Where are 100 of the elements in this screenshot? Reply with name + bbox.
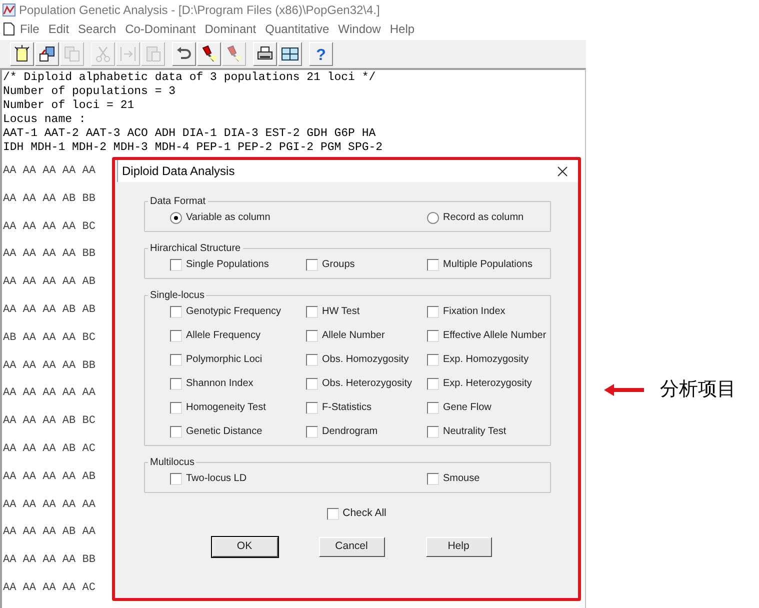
file-copy-icon [63,45,81,63]
flashlight-button[interactable] [197,42,221,66]
menu-item[interactable]: File [16,20,44,38]
option-label: Shannon Index [186,377,254,391]
checkbox[interactable] [326,508,339,520]
annotation-label: 分析项目 [660,378,736,402]
checkbox[interactable] [427,306,439,318]
radio-button[interactable] [427,212,439,224]
checkbox[interactable] [170,354,182,366]
printer-button[interactable] [253,42,277,66]
checkbox[interactable] [427,330,439,342]
menu-item[interactable]: Edit [44,20,74,38]
checkbox[interactable] [170,472,182,484]
dialog-button[interactable]: Help [426,536,492,557]
code-line: Number of populations = 3 [3,85,176,99]
code-line: AA AA AA AB AC [3,442,96,457]
option-label: Check All [342,506,386,521]
code-line: Locus name : [3,113,86,127]
checkbox[interactable] [427,426,439,438]
checkbox[interactable] [170,330,182,342]
group-title: Hirarchical Structure [149,242,242,256]
code-line: AA AA AA AA AB [3,275,96,290]
checkbox[interactable] [427,258,439,270]
code-line: IDH MDH-1 MDH-2 MDH-3 MDH-4 PEP-1 PEP-2 PGI-2 PGM SPG-2 [3,141,383,155]
checkbox[interactable] [306,258,318,270]
option-label: Multiple Populations [443,258,532,272]
arrows-icon [119,45,137,63]
table-button[interactable] [278,42,302,66]
menu-item[interactable]: Help [386,20,419,38]
checkbox[interactable] [170,402,182,414]
option-label: Variable as column [186,211,270,225]
checkbox[interactable] [306,378,318,390]
code-line: AA AA AA AA BB [3,247,96,262]
code-line: AA AA AA AA BC [3,220,96,235]
open-file-icon [38,45,56,63]
checkbox[interactable] [306,306,318,318]
menu-item[interactable]: Co-Dominant [121,20,200,38]
option-label: Exp. Homozygosity [443,353,529,367]
code-line: AA AA AA AA BB [3,358,96,374]
option-label: Gene Flow [443,401,492,415]
radio-button[interactable] [170,212,182,224]
code-line: AB AA AA AA BC [3,330,96,346]
new-file-button[interactable] [10,42,34,66]
group-title: Multilocus [149,456,196,470]
dialog-title: Diploid Data Analysis [122,163,235,180]
option-label: Allele Frequency [186,329,260,343]
checkbox[interactable] [306,330,318,342]
close-icon[interactable] [557,166,568,176]
checkbox[interactable] [170,258,182,270]
option-label: Neutrality Test [443,425,506,439]
checkbox[interactable] [170,426,182,438]
code-line: AA AA AA AA AA [3,386,96,402]
dialog-button[interactable]: Cancel [318,536,384,557]
option-label: Obs. Homozygosity [322,353,409,367]
checkbox[interactable] [427,354,439,366]
new-file-icon [13,45,31,63]
open-file-button[interactable] [35,42,59,66]
checkbox[interactable] [427,378,439,390]
checkbox[interactable] [427,472,439,484]
option-label: Dendrogram [322,425,378,439]
option-label: Exp. Heterozygosity [443,377,532,391]
option-label: Allele Number [322,329,385,343]
group-title: Single-locus [149,289,206,303]
table-icon [281,45,299,63]
menu-item[interactable]: Dominant [200,20,260,38]
undo-button[interactable] [172,42,196,66]
code-line: Number of loci = 21 [3,99,134,113]
checkbox[interactable] [306,402,318,414]
option-label: Effective Allele Number [443,329,546,343]
code-line: AA AA AA AA AA [3,164,96,179]
option-label: Record as column [443,211,524,225]
option-label: Fixation Index [443,305,506,319]
code-line: AA AA AA AB BB [3,192,96,207]
menu-item[interactable]: Quantitative [261,20,334,38]
option-label: Polymorphic Loci [186,353,262,367]
code-line: AA AA AA AB BC [3,414,96,430]
code-line: AA AA AA AA AC [3,580,96,596]
option-label: Genetic Distance [186,425,262,439]
code-line: AA AA AA AB AB [3,302,96,318]
option-label: Smouse [443,472,480,486]
checkbox[interactable] [427,402,439,414]
group-title: Data Format [149,195,207,209]
code-line: AA AA AA AA AA [3,498,96,513]
arrow-icon [604,384,644,396]
checkbox[interactable] [306,426,318,438]
option-label: Obs. Heterozygosity [322,377,412,391]
menu-item[interactable]: Search [74,20,120,38]
flashlight-icon [200,45,218,63]
checkbox[interactable] [170,306,182,318]
flashlight-icon [225,45,243,63]
menu-item[interactable]: Window [334,20,385,38]
option-label: Two-locus LD [186,472,247,486]
option-label: Homogeneity Test [186,401,266,415]
dialog-button[interactable]: OK [212,536,278,557]
code-line: AA AA AA AA AB [3,470,96,485]
checkbox[interactable] [306,354,318,366]
checkbox[interactable] [170,378,182,390]
code-line: AA AA AA AA BB [3,553,96,568]
code-line: /* Diploid alphabetic data of 3 populations 21 loci */ [3,71,376,85]
document-icon[interactable] [3,22,15,36]
